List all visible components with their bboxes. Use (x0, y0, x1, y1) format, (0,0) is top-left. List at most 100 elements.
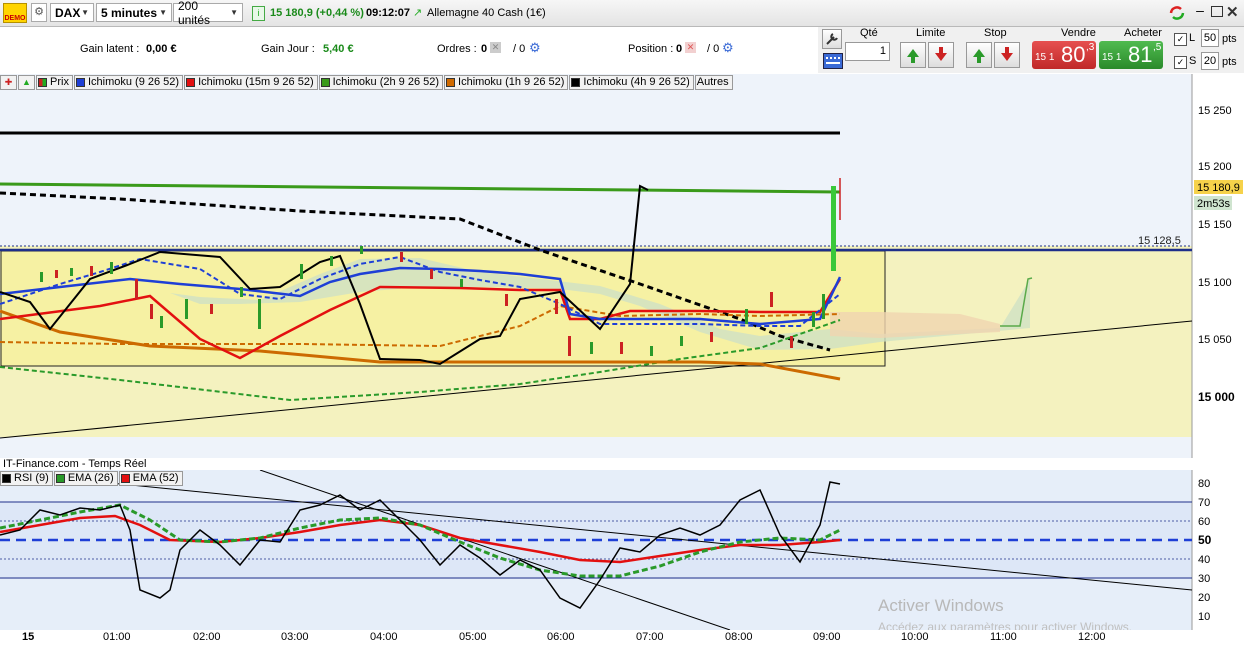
buy-label: Acheter (1124, 27, 1162, 39)
legend-ema26[interactable]: EMA (26) (53, 470, 118, 486)
rsi-tick: 30 (1198, 573, 1210, 585)
legend-ichimoku-15m-label: Ichimoku (15m 9 26 52) (198, 76, 314, 88)
buy-price-prefix: 15 1 (1102, 52, 1122, 63)
sell-price-big: 80 (1061, 42, 1086, 67)
time-tick: 03:00 (281, 631, 309, 643)
chart-mark (1172, 12, 1185, 20)
chevron-down-icon: ▼ (81, 8, 89, 17)
limit-sell-button[interactable] (928, 42, 954, 68)
panel-separator[interactable]: IT-Finance.com - Temps Réel (0, 458, 1244, 470)
chart-mark (590, 342, 593, 354)
rsi-tick: 70 (1198, 497, 1210, 509)
chart-mark (40, 272, 43, 282)
price-indicator-legend: ✚ ▲ Prix Ichimoku (9 26 52) Ichimoku (15… (0, 74, 734, 90)
units-select[interactable]: 200 unités ▼ (173, 0, 243, 27)
sell-price-sup: ,3 (1086, 42, 1095, 53)
rsi-tick: 20 (1198, 592, 1210, 604)
settings-icon[interactable]: ⚙ (31, 3, 47, 22)
legend-ema52-label: EMA (52) (132, 472, 179, 484)
chart-mark (834, 57, 836, 59)
rsi-tick: 10 (1198, 611, 1210, 623)
sell-button[interactable]: 15 1 80 ,3 (1032, 41, 1096, 69)
gain-latent-value: 0,00 € (146, 43, 177, 55)
chart-mark (770, 292, 773, 307)
gears-icon[interactable]: ⚙ (722, 40, 734, 56)
price-tick: 15 200 (1198, 161, 1232, 173)
sell-label: Vendre (1061, 27, 1096, 39)
arrow-icon: ↗ (413, 7, 423, 19)
chart-mark (150, 304, 153, 319)
chart-mark (400, 252, 403, 262)
stop-points-input[interactable]: 20 (1201, 52, 1219, 70)
close-button[interactable]: ✕ (1226, 3, 1239, 21)
rsi-tick: 80 (1198, 478, 1210, 490)
watermark-subtitle: Accédez aux paramètres pour activer Wind… (878, 620, 1132, 630)
legend-ichimoku-1[interactable]: Ichimoku (9 26 52) (73, 74, 184, 90)
maximize-button[interactable] (1211, 6, 1223, 17)
chart-mark (300, 264, 303, 279)
chart-mark (110, 262, 113, 274)
top-toolbar: DEMO ⚙ DAX ▼ 5 minutes ▼ 200 unités ▼ i 15 … (0, 0, 1244, 27)
chart-mark (240, 287, 243, 297)
chart-mark (1169, 6, 1182, 14)
legend-ichimoku-4h[interactable]: Ichimoku (4h 9 26 52) (569, 74, 694, 90)
legend-ichimoku-2h[interactable]: Ichimoku (2h 9 26 52) (318, 74, 444, 90)
time-tick: 12:00 (1078, 631, 1106, 643)
chart-mark (185, 299, 188, 319)
market-name: Allemagne 40 Cash (1€) (427, 7, 546, 19)
position-value: 0 (676, 43, 683, 55)
instrument-select[interactable]: DAX ▼ (50, 3, 94, 22)
price-chart[interactable]: 15 250 15 200 15 150 15 100 15 050 15 00… (0, 74, 1244, 458)
chart-mark (258, 299, 261, 329)
limit-label: Limite (916, 27, 946, 39)
close-position-icon[interactable]: ✕ (685, 42, 696, 53)
chart-mark (973, 49, 985, 57)
limit-checkbox-label: L (1189, 32, 1196, 44)
legend-autres[interactable]: Autres (694, 74, 733, 90)
limit-checkbox[interactable]: ✓ (1174, 33, 1187, 46)
refresh-icon[interactable] (1168, 4, 1186, 22)
buy-button[interactable]: 15 1 81 ,5 (1099, 41, 1163, 69)
legend-ichimoku-15m[interactable]: Ichimoku (15m 9 26 52) (184, 74, 318, 90)
timeframe-select[interactable]: 5 minutes ▼ (96, 3, 172, 22)
limit-buy-button[interactable] (900, 42, 926, 68)
timeframe-label: 5 minutes (101, 5, 158, 20)
legend-prix[interactable]: Prix (36, 74, 73, 90)
current-price-label: 15 180,9 (1197, 182, 1240, 194)
stop-buy-button[interactable] (966, 42, 992, 68)
chart-mark (977, 57, 981, 63)
limit-points-input[interactable]: 50 (1201, 29, 1219, 47)
stop-points-unit: pts (1222, 56, 1237, 68)
legend-ema52[interactable]: EMA (52) (118, 470, 183, 486)
time-tick: 05:00 (459, 631, 487, 643)
rsi-tick: 50 (1198, 533, 1212, 547)
units-label: 200 unités (178, 0, 211, 27)
remove-indicator-icon[interactable]: ✚ (0, 74, 17, 90)
info-icon[interactable]: i (252, 6, 265, 21)
quantity-input[interactable]: 1 (845, 42, 890, 61)
legend-ichimoku-1-label: Ichimoku (9 26 52) (87, 76, 180, 88)
cancel-orders-icon[interactable]: ✕ (490, 42, 501, 53)
legend-ichimoku-1h[interactable]: Ichimoku (1h 9 26 52) (444, 74, 569, 90)
rsi-chart[interactable]: 80 70 60 50 40 30 20 10 Activer Windows … (0, 470, 1244, 630)
ordres-value: 0 (481, 43, 488, 55)
chart-mark (826, 57, 840, 64)
gain-latent-label: Gain latent : (80, 43, 140, 55)
chart-mark (826, 62, 840, 64)
wrench-icon[interactable] (822, 29, 842, 49)
time-tick: 11:00 (990, 631, 1017, 643)
stop-checkbox-label: S (1189, 55, 1197, 67)
gears-icon[interactable]: ⚙ (529, 40, 541, 56)
add-indicator-icon[interactable]: ▲ (18, 74, 35, 90)
legend-rsi[interactable]: RSI (9) (0, 470, 53, 486)
stop-checkbox[interactable]: ✓ (1174, 56, 1187, 69)
legend-ema26-label: EMA (26) (67, 472, 114, 484)
chart-mark (430, 269, 433, 279)
keyboard-icon[interactable] (823, 53, 843, 69)
chart-mark (1192, 470, 1244, 630)
countdown-label: 2m53s (1197, 198, 1231, 210)
data-source-label: IT-Finance.com - Temps Réel (3, 458, 147, 470)
minimize-button[interactable]: – (1193, 3, 1207, 19)
stop-sell-button[interactable] (994, 42, 1020, 68)
time-tick: 04:00 (370, 631, 398, 643)
